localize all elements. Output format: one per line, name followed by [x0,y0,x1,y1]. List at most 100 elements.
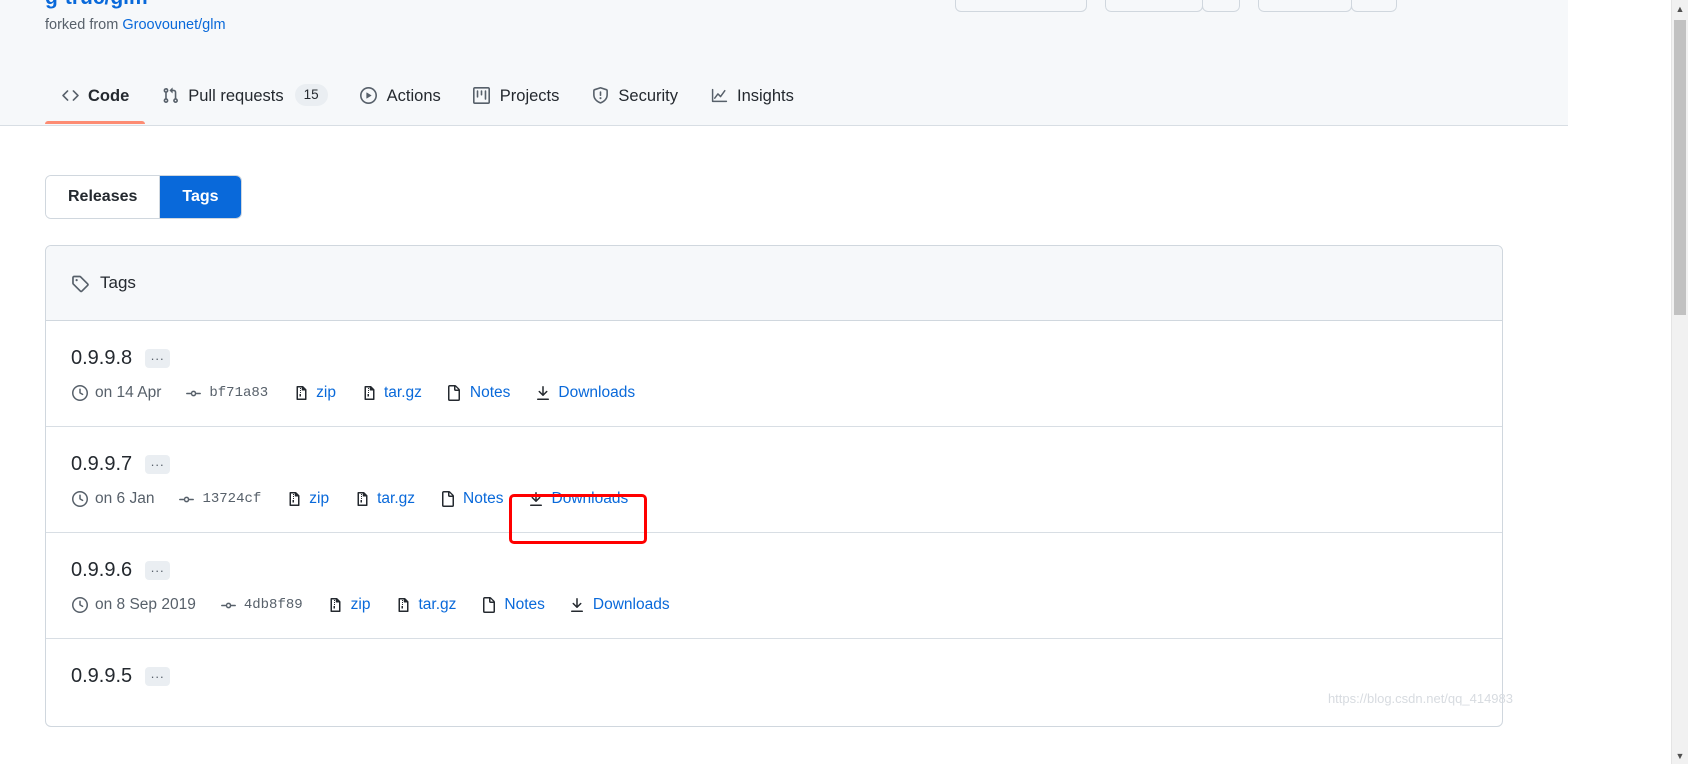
tag-menu-button[interactable]: ... [145,455,171,474]
tag-date-label: on 8 Sep 2019 [95,596,196,613]
forked-from-link[interactable]: Groovounet/glm [122,17,225,33]
tab-insights-label: Insights [737,86,794,105]
repo-title[interactable]: g-truc/glm [45,0,148,10]
tag-targz-link[interactable]: tar.gz [353,490,415,508]
file-zip-icon [360,385,377,402]
releases-tags-toggle: Releases Tags [45,175,242,219]
file-zip-icon [353,491,370,508]
download-icon [569,597,586,614]
clock-icon [71,385,88,402]
tag-targz-label: tar.gz [377,490,416,507]
tags-panel: Tags 0.9.9.8 ... on 14 Apr bf71a83 zip t… [45,245,1503,727]
tag-downloads-link[interactable]: Downloads [528,490,629,508]
repo-nav-tabs: Code Pull requests 15 Actions Projects S… [0,66,1568,126]
tag-targz-link[interactable]: tar.gz [394,596,456,614]
tag-notes-link[interactable]: Notes [480,596,545,614]
pull-requests-count: 15 [294,83,328,107]
page-content: g-truc/glm forked from Groovounet/glm Co… [0,0,1568,764]
tab-insights[interactable]: Insights [694,66,810,124]
tag-date: on 6 Jan [71,490,154,508]
tag-notes-link[interactable]: Notes [439,490,504,508]
table-row: 0.9.9.6 ... on 8 Sep 2019 4db8f89 zip ta… [46,533,1502,639]
fork-count-stub[interactable] [1351,0,1397,12]
tag-commit[interactable]: 13724cf [178,491,261,508]
tag-menu-button[interactable]: ... [145,561,171,580]
tag-name-line: 0.9.9.5 ... [71,665,1477,688]
tags-toggle-button[interactable]: Tags [159,176,241,218]
watch-count-stub[interactable] [1202,0,1240,12]
tag-downloads-link[interactable]: Downloads [569,596,670,614]
commit-icon [178,491,195,508]
tab-security-label: Security [618,86,678,105]
clock-icon [71,491,88,508]
tag-zip-label: zip [309,490,330,507]
tab-projects[interactable]: Projects [457,66,576,124]
fork-button-stub[interactable] [1258,0,1352,12]
watch-button-stub[interactable] [1105,0,1203,12]
fork-button-group [1258,0,1397,12]
forked-from: forked from Groovounet/glm [45,17,226,33]
file-icon [439,491,456,508]
tag-name[interactable]: 0.9.9.8 [71,347,132,370]
table-row: 0.9.9.8 ... on 14 Apr bf71a83 zip tar.gz… [46,321,1502,427]
tag-commit-hash: 13724cf [202,491,262,507]
tag-date: on 14 Apr [71,384,161,402]
tag-name-line: 0.9.9.8 ... [71,347,1477,370]
clock-icon [71,597,88,614]
vertical-scrollbar[interactable]: ▲ ▼ [1671,0,1688,764]
watermark: https://blog.csdn.net/qq_414983 [1327,691,1513,706]
tag-zip-label: zip [350,596,371,613]
tag-menu-button[interactable]: ... [145,349,171,368]
file-zip-icon [292,385,309,402]
scroll-down-arrow-icon[interactable]: ▼ [1672,747,1688,764]
tab-security[interactable]: Security [575,66,694,124]
tab-pull-requests-label: Pull requests [188,86,284,105]
tab-projects-label: Projects [499,86,560,105]
tag-commit-hash: 4db8f89 [243,597,303,613]
code-icon [61,86,79,104]
download-icon [528,491,545,508]
forked-from-prefix: forked from [45,17,119,33]
tab-code-label: Code [88,86,130,105]
tag-zip-link[interactable]: zip [327,596,371,614]
tags-panel-title: Tags [100,273,136,292]
tag-downloads-label: Downloads [592,596,670,613]
scrollbar-thumb[interactable] [1674,20,1686,315]
scroll-up-arrow-icon[interactable]: ▲ [1672,0,1688,17]
shield-icon [591,86,609,104]
commit-icon [185,385,202,402]
tab-pull-requests[interactable]: Pull requests 15 [145,66,343,124]
tag-zip-label: zip [316,384,336,401]
tab-code[interactable]: Code [45,66,146,124]
tag-notes-label: Notes [504,596,545,613]
tab-actions[interactable]: Actions [344,66,457,124]
table-row: 0.9.9.5 ... [46,639,1502,726]
tag-name[interactable]: 0.9.9.7 [71,453,132,476]
tag-downloads-link[interactable]: Downloads [534,384,635,402]
commit-icon [220,597,237,614]
tag-menu-button[interactable]: ... [145,667,171,686]
tag-commit[interactable]: 4db8f89 [220,597,303,614]
releases-toggle-button[interactable]: Releases [46,176,160,218]
git-pull-request-icon [161,86,179,104]
tag-meta-line: on 14 Apr bf71a83 zip tar.gz Notes Downl… [71,384,1477,402]
tags-panel-header: Tags [46,246,1502,321]
tag-icon [71,274,89,292]
play-icon [360,86,378,104]
tag-meta-line: on 6 Jan 13724cf zip tar.gz Notes Downlo… [71,490,1477,508]
tag-zip-link[interactable]: zip [292,384,336,402]
tag-targz-link[interactable]: tar.gz [360,384,422,402]
watch-button-group [1105,0,1240,12]
tag-commit[interactable]: bf71a83 [185,385,268,402]
table-row: 0.9.9.7 ... on 6 Jan 13724cf zip tar.gz … [46,427,1502,533]
tag-date: on 8 Sep 2019 [71,596,196,614]
tag-notes-link[interactable]: Notes [446,384,510,402]
tag-zip-link[interactable]: zip [285,490,329,508]
tag-name[interactable]: 0.9.9.5 [71,665,132,688]
file-icon [480,597,497,614]
tag-date-label: on 6 Jan [95,490,155,507]
sponsor-button-stub[interactable] [955,0,1087,12]
tag-downloads-label: Downloads [551,490,629,507]
tag-name[interactable]: 0.9.9.6 [71,559,132,582]
file-zip-icon [285,491,302,508]
